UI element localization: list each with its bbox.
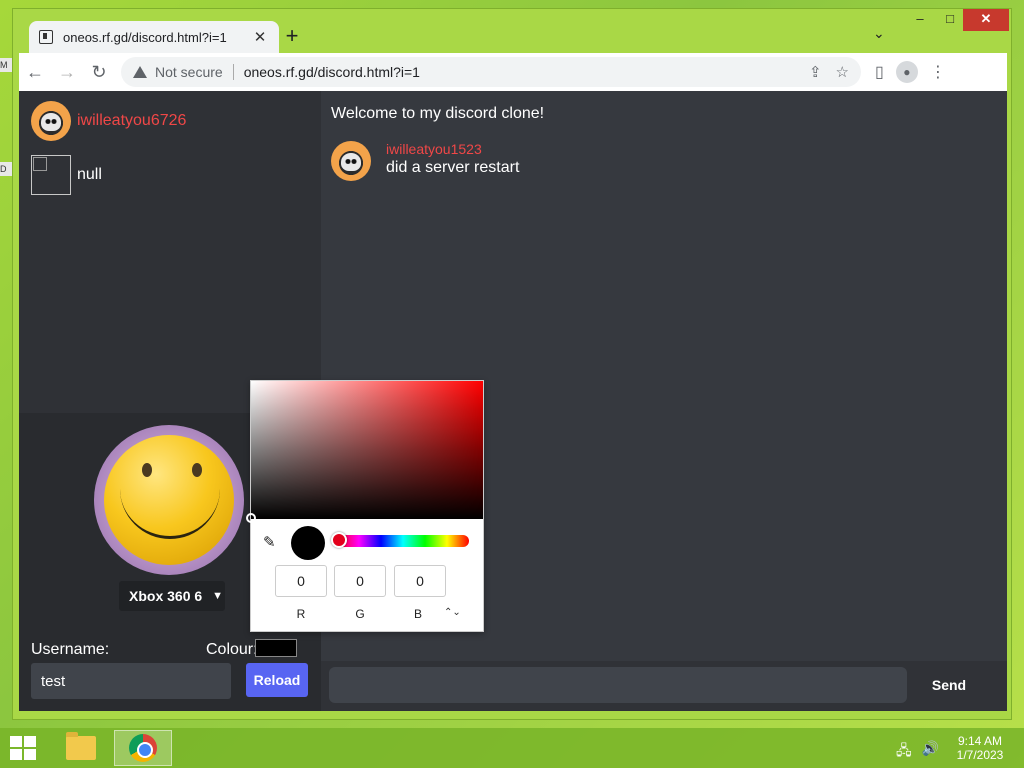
green-label: G (355, 607, 365, 621)
chrome-icon (129, 734, 157, 762)
colour-input[interactable] (255, 639, 297, 657)
reload-icon[interactable]: ↻ (83, 56, 115, 88)
new-tab-button[interactable]: + (278, 23, 306, 51)
smiley-face (104, 435, 234, 565)
welcome-message: Welcome to my discord clone! (331, 105, 545, 122)
avatar-select-value: Xbox 360 6 (129, 588, 203, 604)
maximize-button[interactable]: □ (936, 9, 964, 31)
clock-time: 9:14 AM (957, 734, 1003, 748)
color-picker-popup: ✎ 0 0 0 R G B ⌃⌄ (246, 380, 484, 632)
profile-icon[interactable]: ● (895, 61, 918, 83)
clock[interactable]: 9:14 AM 1/7/2023 (950, 734, 1010, 762)
folder-icon (66, 732, 96, 760)
user-list-sidebar: iwilleatyou6726 null (19, 91, 321, 413)
browser-tab[interactable]: oneos.rf.gd/discord.html?i=1 ✕ (29, 21, 279, 53)
reload-button[interactable]: Reload (246, 663, 308, 697)
avatar-select[interactable]: Xbox 360 6 ▼ (119, 581, 225, 611)
back-icon[interactable]: ← (19, 56, 51, 88)
address-bar[interactable]: Not secure oneos.rf.gd/discord.html?i=1 … (121, 57, 861, 87)
current-color-preview (291, 526, 325, 560)
windows-start-icon[interactable] (10, 736, 36, 760)
saturation-value-area[interactable] (246, 381, 483, 523)
chevron-down-icon: ▼ (212, 590, 224, 602)
smile (120, 469, 220, 539)
forward-icon[interactable]: → (51, 56, 83, 88)
format-toggle-icon[interactable]: ⌃⌄ (444, 607, 461, 618)
omnibox-divider (232, 64, 234, 80)
message-input[interactable] (329, 667, 907, 703)
red-label: R (296, 607, 306, 621)
close-window-button[interactable]: ✕ (963, 9, 1009, 31)
browser-toolbar: ← → ↻ Not secure oneos.rf.gd/discord.htm… (19, 53, 1007, 91)
chat-message: iwilleatyou1523 did a server restart (331, 141, 519, 181)
broken-image-icon (31, 155, 71, 195)
desktop-icon-stub: D (0, 162, 12, 176)
green-value-input[interactable]: 0 (334, 565, 386, 597)
close-tab-icon[interactable]: ✕ (251, 28, 269, 46)
minimize-button[interactable]: – (906, 9, 934, 31)
bookmark-star-icon[interactable]: ☆ (836, 63, 849, 81)
send-button[interactable]: Send (917, 667, 981, 703)
username-input[interactable]: test (31, 663, 231, 699)
user-name: iwilleatyou6726 (77, 112, 187, 129)
tab-title: oneos.rf.gd/discord.html?i=1 (63, 29, 227, 45)
clock-date: 1/7/2023 (956, 748, 1004, 762)
user-list-item[interactable]: iwilleatyou6726 (31, 101, 186, 141)
warning-icon[interactable] (133, 66, 147, 78)
red-value-input[interactable]: 0 (275, 565, 327, 597)
eyedropper-icon[interactable]: ✎ (263, 533, 281, 551)
volume-icon[interactable]: 🔊 (922, 740, 939, 764)
menu-kebab-icon[interactable]: ⋮ (930, 62, 946, 82)
discord-clone-page: iwilleatyou6726 null Xbox 360 6 ▼ Userna… (19, 91, 1007, 711)
taskbar: 🖧 🔊 9:14 AM 1/7/2023 (0, 728, 1024, 768)
url-text[interactable]: oneos.rf.gd/discord.html?i=1 (244, 64, 420, 80)
user-name: null (77, 166, 102, 183)
sv-handle[interactable] (246, 513, 256, 523)
blue-value-input[interactable]: 0 (394, 565, 446, 597)
hue-slider-handle[interactable] (331, 532, 347, 548)
skull-avatar-icon (31, 101, 71, 141)
hue-slider[interactable] (337, 535, 469, 547)
security-label[interactable]: Not secure (155, 64, 223, 80)
chat-input-bar: Send (321, 661, 1007, 711)
taskbar-file-explorer[interactable] (52, 730, 110, 766)
page-favicon-icon (39, 30, 53, 44)
message-author: iwilleatyou1523 (386, 141, 482, 157)
message-text: did a server restart (386, 159, 520, 176)
skull-avatar-icon (331, 141, 371, 181)
tab-search-icon[interactable]: ⌄ (873, 25, 885, 42)
share-icon[interactable]: ⇪ (809, 63, 822, 81)
user-list-item[interactable]: null (31, 155, 102, 195)
desktop-icon-stub: M (0, 58, 12, 72)
colour-label: Colour: (206, 641, 258, 658)
system-tray: 🖧 🔊 (896, 740, 939, 764)
side-panel-icon[interactable]: ▯ (875, 62, 884, 82)
blue-label: B (413, 607, 422, 621)
network-icon[interactable]: 🖧 (896, 740, 912, 764)
title-bar: oneos.rf.gd/discord.html?i=1 ✕ + ⌄ – □ ✕ (13, 9, 1011, 53)
taskbar-chrome[interactable] (114, 730, 172, 766)
username-label: Username: (31, 641, 110, 658)
smiley-avatar-icon (94, 425, 244, 575)
browser-window: oneos.rf.gd/discord.html?i=1 ✕ + ⌄ – □ ✕… (12, 8, 1012, 720)
